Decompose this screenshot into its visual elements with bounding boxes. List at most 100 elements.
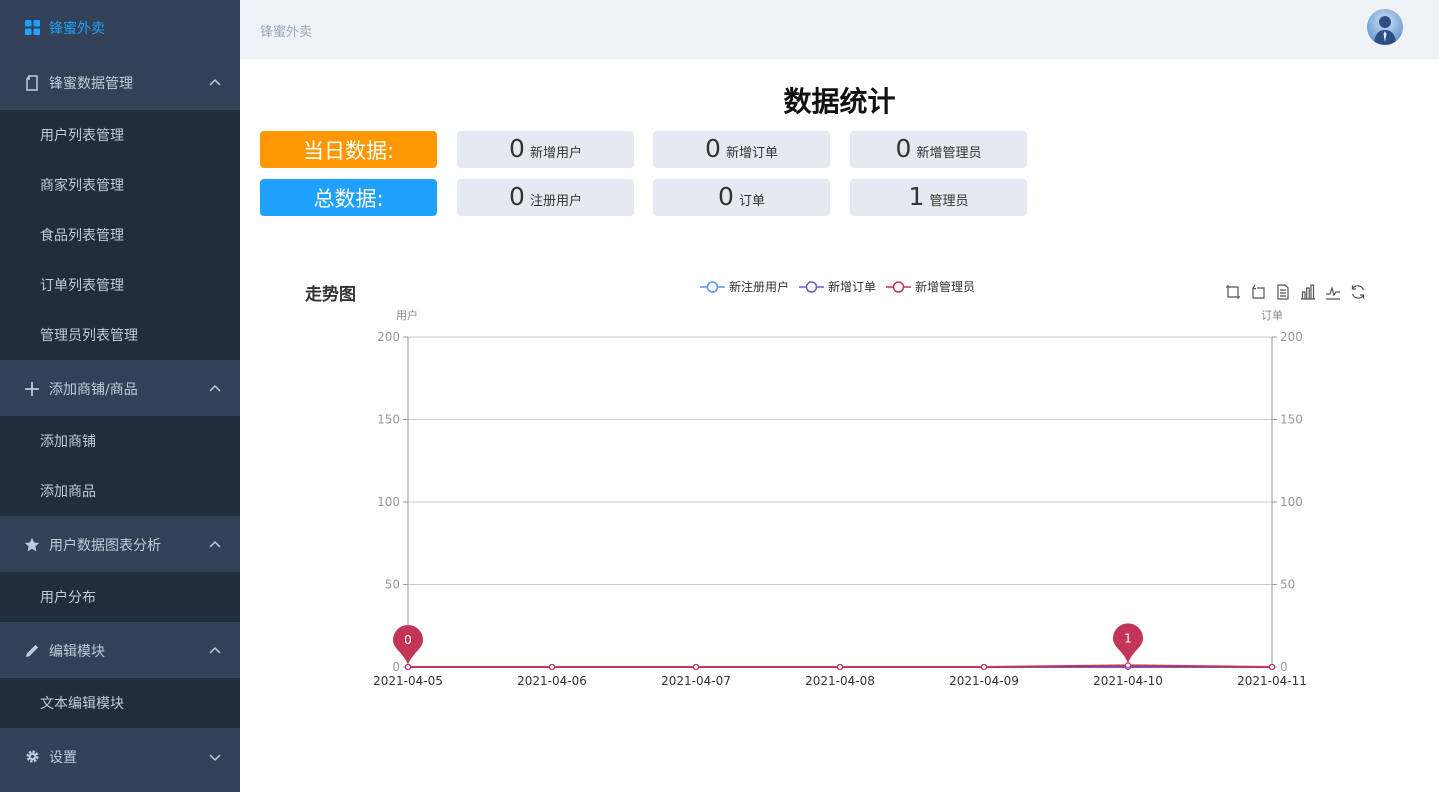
menu-group-label: 锋蜜数据管理	[49, 75, 133, 92]
data-point	[836, 663, 844, 671]
stat-value: 0	[509, 134, 525, 163]
menu-item-order-list[interactable]: 订单列表管理	[0, 260, 240, 310]
stat-value: 0	[895, 134, 912, 163]
y-tick-label-left: 150	[377, 413, 400, 427]
stat-label: 注册用户	[529, 194, 582, 209]
x-tick-label: 2021-04-08	[805, 674, 875, 688]
legend-item-new-users[interactable]: 新注册用户	[700, 278, 789, 295]
data-point	[692, 663, 700, 671]
data-point	[548, 663, 556, 671]
menu-group-label: 用户数据图表分析	[49, 537, 161, 554]
x-tick-label: 2021-04-07	[661, 674, 731, 688]
menu-item-label: 管理员列表管理	[40, 328, 138, 344]
menu-group-label: 编辑模块	[49, 643, 105, 660]
menu-group-chart-analysis[interactable]: 用户数据图表分析	[0, 517, 240, 572]
data-point	[1268, 663, 1276, 671]
y-tick-label-right: 100	[1280, 495, 1303, 509]
legend-item-new-admins[interactable]: 新增管理员	[886, 278, 975, 295]
menu-item-admin-list[interactable]: 管理员列表管理	[0, 310, 240, 360]
bar-chart-icon[interactable]	[1299, 283, 1317, 301]
menu-group-settings[interactable]: 设置	[0, 729, 240, 784]
stat-value: 0	[705, 134, 721, 163]
menu-item-label: 添加商品	[40, 484, 96, 500]
data-point	[1124, 662, 1132, 669]
restore-icon[interactable]	[1349, 283, 1367, 301]
chart-legend: 新注册用户 新增订单 新增管理员	[700, 278, 985, 295]
chevron-up-icon	[209, 384, 221, 392]
data-point	[1268, 663, 1276, 671]
data-point	[692, 663, 700, 671]
legend-line-icon	[886, 280, 912, 293]
zoom-icon[interactable]	[1224, 283, 1242, 301]
document-icon	[24, 74, 40, 91]
menu-group-editor[interactable]: 编辑模块	[0, 623, 240, 678]
menu-group-data-management[interactable]: 锋蜜数据管理	[0, 55, 240, 110]
pencil-icon	[24, 643, 40, 659]
data-point	[404, 663, 412, 671]
data-point	[1124, 663, 1132, 671]
stat-new-users: 0 新增用户	[457, 131, 634, 168]
menu-item-label: 订单列表管理	[40, 278, 124, 294]
stat-value: 0	[718, 182, 734, 211]
stat-value: 0	[509, 182, 525, 211]
stat-label: 新增订单	[725, 146, 778, 161]
x-tick-label: 2021-04-11	[1237, 674, 1307, 688]
y-tick-label-left: 100	[377, 495, 400, 509]
data-point	[836, 663, 844, 671]
stat-new-admins: 0 新增管理员	[850, 131, 1027, 168]
line-chart-icon[interactable]	[1324, 283, 1342, 301]
y-axis-right-label: 订单	[1261, 309, 1283, 322]
sidebar-brand[interactable]: 锋蜜外卖	[0, 0, 240, 55]
menu-item-label: 用户分布	[40, 590, 96, 606]
menu-item-user-list[interactable]: 用户列表管理	[0, 110, 240, 160]
data-view-icon[interactable]	[1274, 283, 1292, 301]
stat-admins: 1 管理员	[850, 179, 1027, 216]
menu-item-food-list[interactable]: 食品列表管理	[0, 210, 240, 260]
mark-point-label: 1	[1124, 631, 1132, 645]
data-point	[404, 663, 412, 671]
series-line	[408, 664, 1273, 668]
sidebar: 锋蜜外卖 锋蜜数据管理 用户列表管理 商家列表管理 食品列表管理 订单列表管理 …	[0, 0, 240, 792]
stat-label: 订单	[738, 194, 765, 209]
menu-item-add-goods[interactable]: 添加商品	[0, 466, 240, 516]
legend-label: 新注册用户	[729, 280, 790, 294]
gear-icon	[24, 749, 40, 765]
menu-item-merchant-list[interactable]: 商家列表管理	[0, 160, 240, 210]
data-point	[548, 663, 556, 671]
data-point	[692, 663, 700, 671]
y-axis-left-label: 用户	[396, 308, 418, 322]
menu-group-add-shop[interactable]: 添加商铺/商品	[0, 361, 240, 416]
menu-item-user-distribution[interactable]: 用户分布	[0, 572, 240, 622]
chart-heading: 走势图	[305, 285, 356, 305]
menu-item-text-editor[interactable]: 文本编辑模块	[0, 678, 240, 728]
stat-value: 1	[908, 182, 925, 211]
stat-label: 新增管理员	[916, 146, 982, 161]
stat-label: 管理员	[929, 194, 969, 209]
stat-label: 新增用户	[529, 146, 582, 161]
app-root: 锋蜜外卖 锋蜜数据管理 用户列表管理 商家列表管理 食品列表管理 订单列表管理 …	[0, 0, 1439, 792]
user-avatar-icon	[1367, 9, 1403, 45]
y-tick-label-left: 0	[392, 660, 400, 674]
data-point	[1124, 663, 1132, 671]
today-data-label: 当日数据:	[260, 131, 437, 168]
plus-icon	[24, 381, 40, 397]
y-tick-label-right: 150	[1280, 413, 1303, 427]
menu-item-label: 用户列表管理	[40, 128, 124, 144]
menu-item-label: 商家列表管理	[40, 178, 124, 194]
zoom-reset-icon[interactable]	[1249, 283, 1267, 301]
menu-item-add-shop[interactable]: 添加商铺	[0, 416, 240, 466]
chevron-up-icon	[209, 78, 221, 86]
avatar[interactable]	[1367, 9, 1403, 45]
top-header: 锋蜜外卖	[240, 0, 1439, 59]
breadcrumb[interactable]: 锋蜜外卖	[260, 21, 312, 40]
y-tick-label-right: 50	[1280, 578, 1295, 592]
legend-item-new-orders[interactable]: 新增订单	[799, 278, 876, 295]
x-tick-label: 2021-04-09	[949, 674, 1019, 688]
page-title: 数据统计	[783, 85, 896, 118]
data-point	[980, 663, 988, 671]
chevron-up-icon	[209, 646, 221, 654]
y-tick-label-right: 0	[1280, 660, 1288, 674]
legend-line-icon	[799, 280, 825, 293]
stat-orders: 0 订单	[653, 179, 830, 216]
legend-label: 新增管理员	[915, 280, 976, 294]
